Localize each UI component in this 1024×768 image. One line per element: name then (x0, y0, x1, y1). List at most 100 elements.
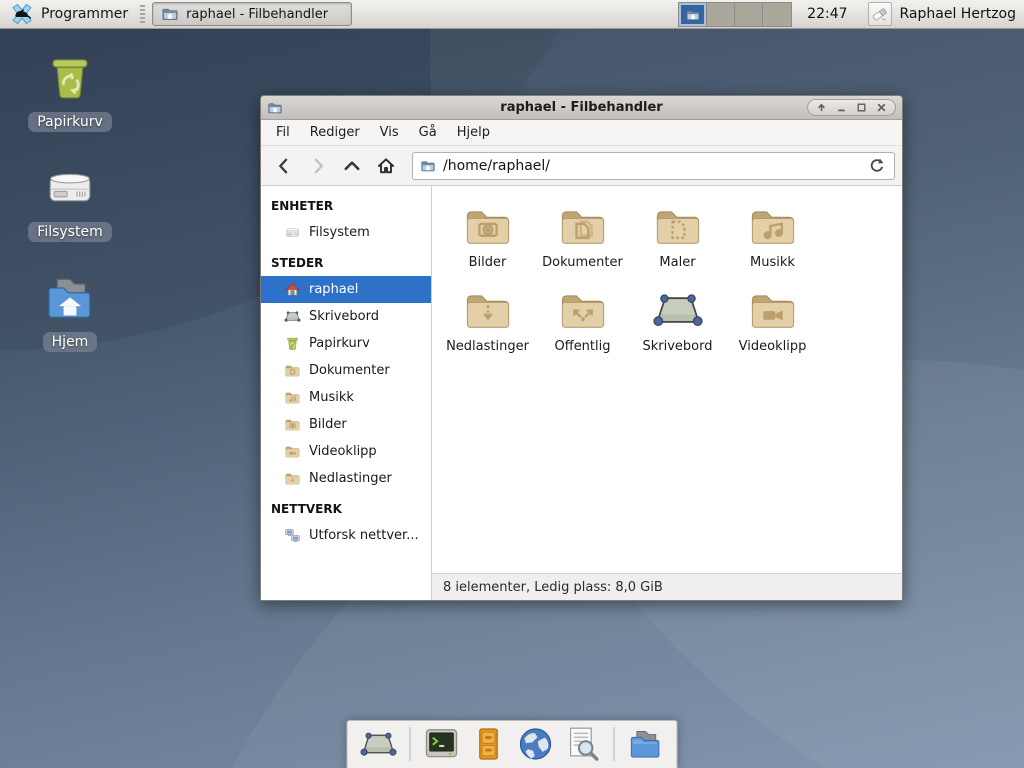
sidebar-item-bilder[interactable]: Bilder (261, 411, 431, 438)
file-item-videoklipp[interactable]: Videoklipp (725, 284, 820, 354)
folder-window-icon (420, 158, 436, 174)
folder-window-icon (685, 7, 701, 21)
back-button[interactable] (268, 151, 300, 181)
file-item-bilder[interactable]: Bilder (440, 200, 535, 270)
applications-menu-button[interactable]: Programmer (5, 1, 133, 27)
folder-documents-icon (284, 362, 301, 379)
trash-icon (42, 50, 98, 106)
dock-web-browser-button[interactable] (517, 725, 555, 763)
user-actions-button[interactable]: Raphael Hertzog (865, 1, 1019, 27)
desktop-icon-label: Papirkurv (28, 112, 112, 132)
menu-hjelp[interactable]: Hjelp (447, 121, 500, 144)
location-bar-input[interactable] (443, 158, 860, 174)
up-button[interactable] (336, 151, 368, 181)
menu-fil[interactable]: Fil (266, 121, 300, 144)
close-button[interactable] (873, 101, 890, 115)
window-titlebar[interactable]: raphael - Filbehandler (261, 96, 902, 120)
trash-icon (284, 335, 301, 352)
desktop-icon (360, 725, 398, 763)
file-item-label: Maler (659, 255, 695, 270)
sidebar-item-label: Utforsk nettver... (309, 528, 419, 543)
file-item-musikk[interactable]: Musikk (725, 200, 820, 270)
harddrive-icon (284, 224, 301, 241)
window-body: ENHETER Filsystem STEDER raphael Skriveb… (261, 186, 902, 600)
nav-buttons (268, 151, 402, 181)
sidebar-section-header: ENHETER (261, 189, 431, 219)
terminal-icon (423, 725, 461, 763)
logout-icon (868, 2, 892, 26)
maximize-button[interactable] (853, 101, 870, 115)
clock[interactable]: 22:47 (807, 6, 847, 22)
desktop-icon-papirkurv[interactable]: Papirkurv (18, 50, 122, 132)
sidebar-item-raphael[interactable]: raphael (261, 276, 431, 303)
sidebar-item-videoklipp[interactable]: Videoklipp (261, 438, 431, 465)
folder-templates-icon (652, 200, 704, 252)
reload-button[interactable] (867, 156, 887, 176)
dock-terminal-button[interactable] (423, 725, 461, 763)
folder-blue-icon (627, 725, 665, 763)
sidebar-item-dokumenter[interactable]: Dokumenter (261, 357, 431, 384)
forward-button[interactable] (302, 151, 334, 181)
folder-pictures-icon (462, 200, 514, 252)
desktop-icon-label: Filsystem (28, 222, 111, 242)
xfce-logo-icon (10, 2, 34, 26)
desktop-icon (284, 308, 301, 325)
file-item-offentlig[interactable]: Offentlig (535, 284, 630, 354)
sidebar-item-nedlastinger[interactable]: Nedlastinger (261, 465, 431, 492)
desktop-icon-filsystem[interactable]: Filsystem (18, 160, 122, 242)
minimize-button[interactable] (833, 101, 850, 115)
dock-file-cabinet-button[interactable] (470, 725, 508, 763)
workspace-4[interactable] (763, 3, 791, 26)
home-icon (284, 281, 301, 298)
folder-videos-icon (284, 443, 301, 460)
sidebar-item-label: Filsystem (309, 225, 370, 240)
statusbar: 8 ielementer, Ledig plass: 8,0 GiB (432, 573, 902, 600)
workspace-3[interactable] (735, 3, 763, 26)
folder-videos-icon (747, 284, 799, 336)
shade-button[interactable] (813, 101, 830, 115)
desktop-icon-area: Papirkurv Filsystem Hjem (18, 29, 128, 768)
desktop-icon-hjem[interactable]: Hjem (18, 270, 122, 352)
workspace-2[interactable] (707, 3, 735, 26)
network-icon (284, 527, 301, 544)
menu-rediger[interactable]: Rediger (300, 121, 370, 144)
window-controls (807, 99, 896, 116)
sidebar-item-filsystem[interactable]: Filsystem (261, 219, 431, 246)
panel-separator-handle (140, 5, 145, 23)
dock-folder-button[interactable] (627, 725, 665, 763)
main-pane: Bilder Dokumenter Maler Musikk Nedlastin… (432, 186, 902, 600)
sidebar-section-header: NETTVERK (261, 492, 431, 522)
sidebar-item-label: Videoklipp (309, 444, 377, 459)
menu-vis[interactable]: Vis (370, 121, 409, 144)
desktop-icon-label: Hjem (43, 332, 98, 352)
file-item-maler[interactable]: Maler (630, 200, 725, 270)
sidebar-section-header: STEDER (261, 246, 431, 276)
dock-show-desktop-button[interactable] (360, 725, 398, 763)
dock-search-files-button[interactable] (564, 725, 602, 763)
folder-music-icon (284, 389, 301, 406)
sidebar-item-utforsk-nettver[interactable]: Utforsk nettver... (261, 522, 431, 549)
workspace-1[interactable] (679, 3, 707, 26)
location-bar[interactable] (412, 152, 895, 180)
dock-separator (410, 727, 411, 761)
home-button[interactable] (370, 151, 402, 181)
sidebar-item-skrivebord[interactable]: Skrivebord (261, 303, 431, 330)
taskbar-button-label: raphael - Filbehandler (186, 7, 328, 22)
sidebar-item-label: Papirkurv (309, 336, 370, 351)
file-item-dokumenter[interactable]: Dokumenter (535, 200, 630, 270)
folder-window-icon (267, 100, 283, 116)
file-item-skrivebord[interactable]: Skrivebord (630, 284, 725, 354)
user-name-label: Raphael Hertzog (900, 6, 1016, 22)
file-item-nedlastinger[interactable]: Nedlastinger (440, 284, 535, 354)
sidebar-section-nettverk: NETTVERK Utforsk nettver... (261, 492, 431, 549)
menu-gå[interactable]: Gå (409, 121, 447, 144)
file-item-label: Dokumenter (542, 255, 623, 270)
sidebar-item-papirkurv[interactable]: Papirkurv (261, 330, 431, 357)
sidebar-item-musikk[interactable]: Musikk (261, 384, 431, 411)
folder-public-icon (557, 284, 609, 336)
file-item-label: Videoklipp (739, 339, 807, 354)
file-item-label: Nedlastinger (446, 339, 529, 354)
sidebar-item-label: Nedlastinger (309, 471, 392, 486)
sidebar: ENHETER Filsystem STEDER raphael Skriveb… (261, 186, 432, 600)
taskbar-button-raphael-filbehandler[interactable]: raphael - Filbehandler (152, 2, 352, 26)
